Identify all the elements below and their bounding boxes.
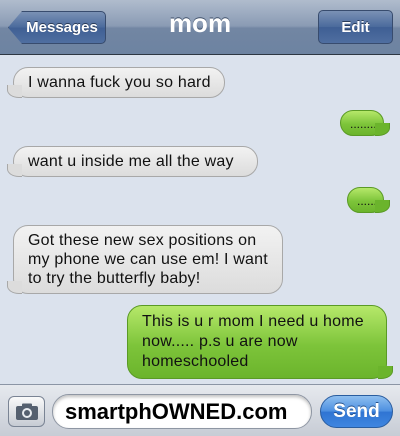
- navigation-bar: Messages mom Edit: [0, 0, 400, 55]
- outgoing-message: This is u r mom I need u home now..... p…: [127, 305, 393, 379]
- outgoing-message: ........: [340, 110, 390, 136]
- incoming-message: want u inside me all the way: [7, 146, 258, 177]
- send-button[interactable]: Send: [320, 395, 393, 428]
- message-text: ........: [350, 117, 377, 131]
- camera-button[interactable]: [8, 396, 45, 427]
- message-text: This is u r mom I need u home now..... p…: [142, 313, 364, 370]
- message-text: ......: [357, 194, 378, 208]
- message-text: want u inside me all the way: [28, 153, 234, 170]
- message-input[interactable]: smartphOWNED.com: [52, 394, 312, 429]
- message-composer: smartphOWNED.com Send: [0, 384, 400, 436]
- incoming-message: Got these new sex positions on my phone …: [7, 225, 283, 294]
- edit-button[interactable]: Edit: [318, 10, 393, 44]
- back-to-messages-button[interactable]: Messages: [8, 11, 106, 44]
- message-text: I wanna fuck you so hard: [28, 74, 211, 91]
- message-text: Got these new sex positions on my phone …: [28, 232, 268, 287]
- camera-icon: [15, 403, 38, 420]
- outgoing-message: ......: [347, 187, 390, 213]
- message-thread: I wanna fuck you so hard ........ want u…: [0, 56, 400, 381]
- conversation-title: mom: [168, 8, 232, 38]
- incoming-message: I wanna fuck you so hard: [7, 67, 225, 98]
